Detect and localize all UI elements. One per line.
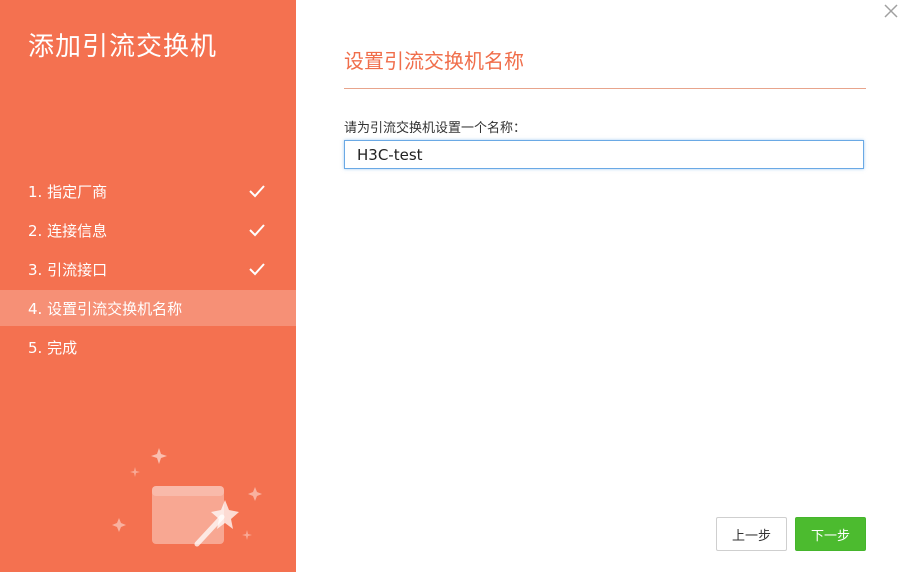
step-item-vendor: 1. 指定厂商 xyxy=(0,173,296,209)
checkmark-icon xyxy=(249,263,265,276)
next-step-button[interactable]: 下一步 xyxy=(795,517,866,551)
step-label: 1. 指定厂商 xyxy=(28,182,108,201)
switch-name-input[interactable] xyxy=(344,140,864,169)
section-divider xyxy=(344,88,866,89)
wizard-sidebar: 添加引流交换机 1. 指定厂商 2. 连接信息 3. 引流接口 4. 设置引流交… xyxy=(0,0,296,572)
name-field-label: 请为引流交换机设置一个名称： xyxy=(344,121,527,136)
magic-wand-illustration xyxy=(112,448,262,547)
step-item-interface: 3. 引流接口 xyxy=(0,251,296,287)
step-item-finish: 5. 完成 xyxy=(0,329,296,365)
step-label: 3. 引流接口 xyxy=(28,260,108,279)
checkmark-icon xyxy=(249,224,265,237)
step-label: 2. 连接信息 xyxy=(28,221,108,240)
wizard-content: 设置引流交换机名称 请为引流交换机设置一个名称： 上一步 下一步 xyxy=(296,0,906,572)
step-item-connection: 2. 连接信息 xyxy=(0,212,296,248)
step-item-name: 4. 设置引流交换机名称 xyxy=(0,290,296,326)
checkmark-icon xyxy=(249,185,265,198)
step-label: 5. 完成 xyxy=(28,338,78,357)
step-label: 4. 设置引流交换机名称 xyxy=(28,299,183,318)
step-list: 1. 指定厂商 2. 连接信息 3. 引流接口 4. 设置引流交换机名称 5. … xyxy=(0,173,296,368)
wizard-title: 添加引流交换机 xyxy=(28,32,218,62)
section-title: 设置引流交换机名称 xyxy=(344,49,524,73)
prev-step-button[interactable]: 上一步 xyxy=(716,517,787,551)
